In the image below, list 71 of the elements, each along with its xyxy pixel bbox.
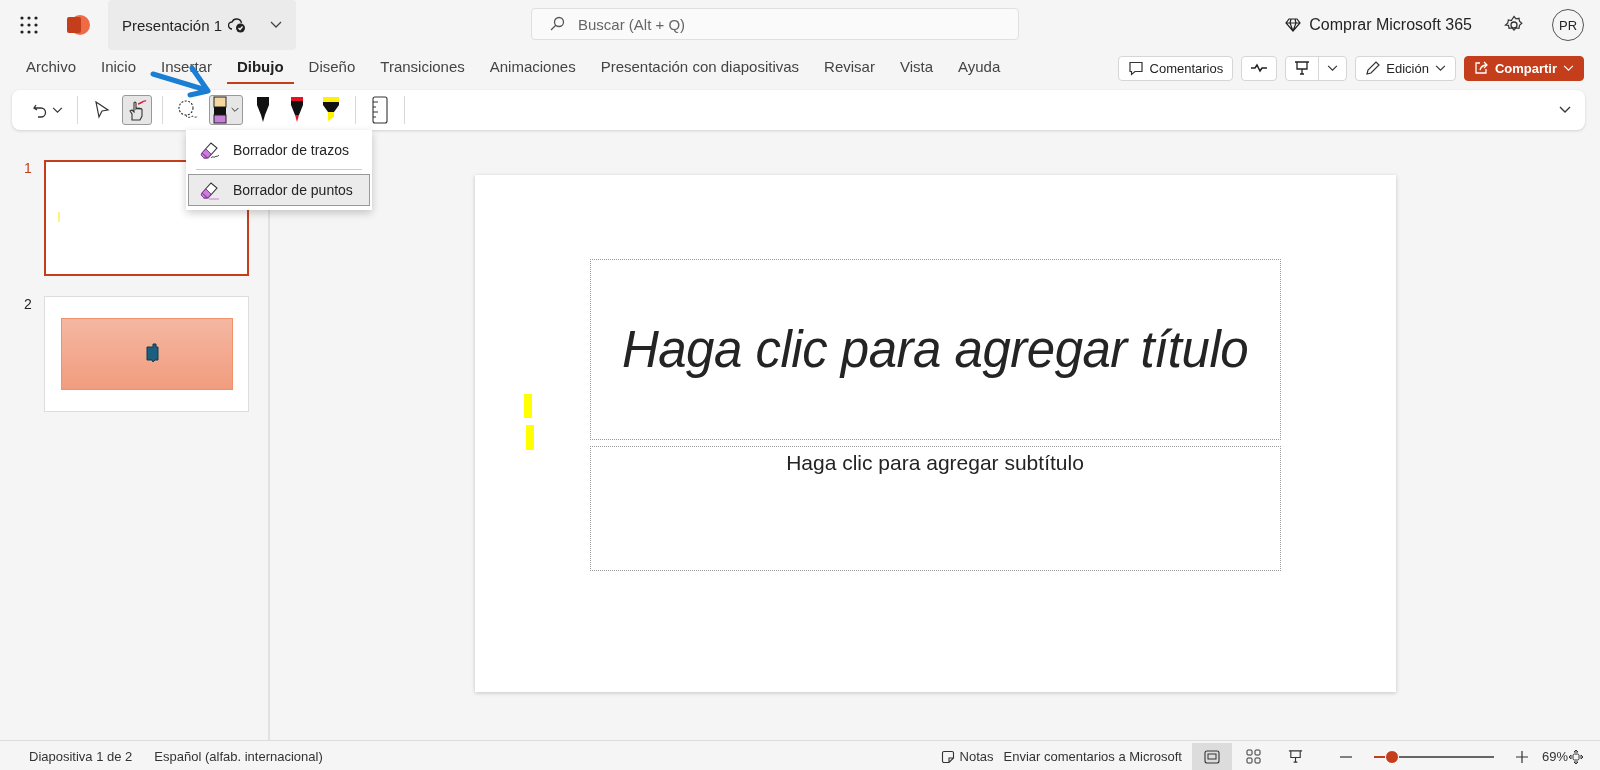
ink-stroke xyxy=(525,425,534,450)
undo-icon xyxy=(32,102,48,118)
zoom-slider-thumb[interactable] xyxy=(1384,749,1399,764)
zoom-percentage[interactable]: 69% xyxy=(1541,749,1568,764)
eraser-icon xyxy=(199,140,221,160)
document-title-button[interactable]: Presentación 1 xyxy=(108,0,296,50)
slide-position-text: Diapositiva 1 de 2 xyxy=(29,749,133,764)
ink-stroke xyxy=(58,212,60,222)
activity-icon xyxy=(1250,63,1269,73)
eraser-tool-button[interactable] xyxy=(209,95,243,125)
pointer-icon xyxy=(94,101,110,119)
app-launcher-icon[interactable] xyxy=(20,16,38,34)
ribbon-tab[interactable]: Inicio xyxy=(91,52,147,84)
chevron-down-icon xyxy=(231,107,239,113)
normal-view-icon xyxy=(1203,749,1220,764)
ribbon-tab[interactable]: Insertar xyxy=(151,52,222,84)
ribbon-tab[interactable]: Animaciones xyxy=(479,52,586,84)
ribbon-tab[interactable]: Transiciones xyxy=(370,52,475,84)
editing-mode-button[interactable]: Edición xyxy=(1355,55,1456,81)
cloud-saved-icon xyxy=(228,17,247,33)
ink-stroke xyxy=(523,394,532,418)
ruler-icon xyxy=(371,96,389,124)
eraser-menu-item[interactable]: Borrador de trazos xyxy=(188,134,370,166)
ribbon-tab[interactable]: Archivo xyxy=(16,52,87,84)
chevron-down-icon xyxy=(1434,64,1446,72)
highlighter-icon xyxy=(321,96,341,124)
search-field[interactable]: Buscar (Alt + Q) xyxy=(531,8,1019,40)
search-icon xyxy=(549,16,565,32)
expand-ribbon-icon[interactable] xyxy=(1559,106,1571,114)
title-text: Haga clic para agregar título xyxy=(621,320,1249,379)
slide-number: 2 xyxy=(24,296,32,312)
presenter-icon xyxy=(1294,60,1311,76)
eraser-icon xyxy=(199,180,221,200)
presenter-icon xyxy=(1288,749,1304,764)
chevron-down-icon xyxy=(1563,64,1574,72)
diamond-icon xyxy=(1285,18,1302,32)
slide-number: 1 xyxy=(24,160,32,176)
annotation-arrow xyxy=(150,64,214,98)
buy-microsoft-365-link[interactable]: Comprar Microsoft 365 xyxy=(1285,16,1472,34)
zoom-in-icon[interactable] xyxy=(1515,750,1528,763)
pencil-icon xyxy=(1365,60,1381,76)
fit-to-window-icon[interactable] xyxy=(1568,748,1584,765)
chevron-down-icon xyxy=(52,106,63,114)
normal-view-button[interactable] xyxy=(1191,743,1232,770)
ribbon-tab[interactable]: Diseño xyxy=(298,52,366,84)
notes-icon xyxy=(940,749,955,764)
catch-up-button[interactable] xyxy=(1241,55,1278,81)
eraser-icon xyxy=(213,96,227,124)
feedback-link[interactable]: Enviar comentarios a Microsoft xyxy=(1003,749,1182,764)
ribbon-tab[interactable]: Presentación con diapositivas xyxy=(590,52,810,84)
chevron-down-icon xyxy=(270,21,282,29)
chevron-down-icon xyxy=(1327,64,1339,72)
powerpoint-logo-icon[interactable] xyxy=(66,14,90,36)
ribbon-tab[interactable]: Revisar xyxy=(814,52,885,84)
ribbon-tab[interactable]: Vista xyxy=(889,52,944,84)
subtitle-placeholder[interactable]: Haga clic para agregar subtítulo xyxy=(589,446,1281,571)
subtitle-text: Haga clic para agregar subtítulo xyxy=(786,451,1084,475)
present-split-button[interactable] xyxy=(1285,55,1348,81)
language-button[interactable]: Español (alfab. internacional) xyxy=(154,749,323,764)
ribbon-tab[interactable]: Ayuda xyxy=(948,52,1011,84)
touch-tool-button[interactable] xyxy=(122,95,152,125)
notes-button[interactable]: Notas xyxy=(940,749,994,764)
lasso-icon xyxy=(177,99,199,121)
ribbon-tab[interactable]: Dibujo xyxy=(226,52,294,84)
eraser-menu-item[interactable]: Borrador de puntos xyxy=(188,174,370,206)
share-button[interactable]: Compartir xyxy=(1463,55,1584,81)
title-placeholder[interactable]: Haga clic para agregar título xyxy=(589,259,1281,440)
share-icon xyxy=(1473,61,1489,75)
grid-view-icon xyxy=(1246,749,1262,764)
comments-button[interactable]: Comentarios xyxy=(1117,55,1234,81)
comment-icon xyxy=(1127,60,1144,76)
